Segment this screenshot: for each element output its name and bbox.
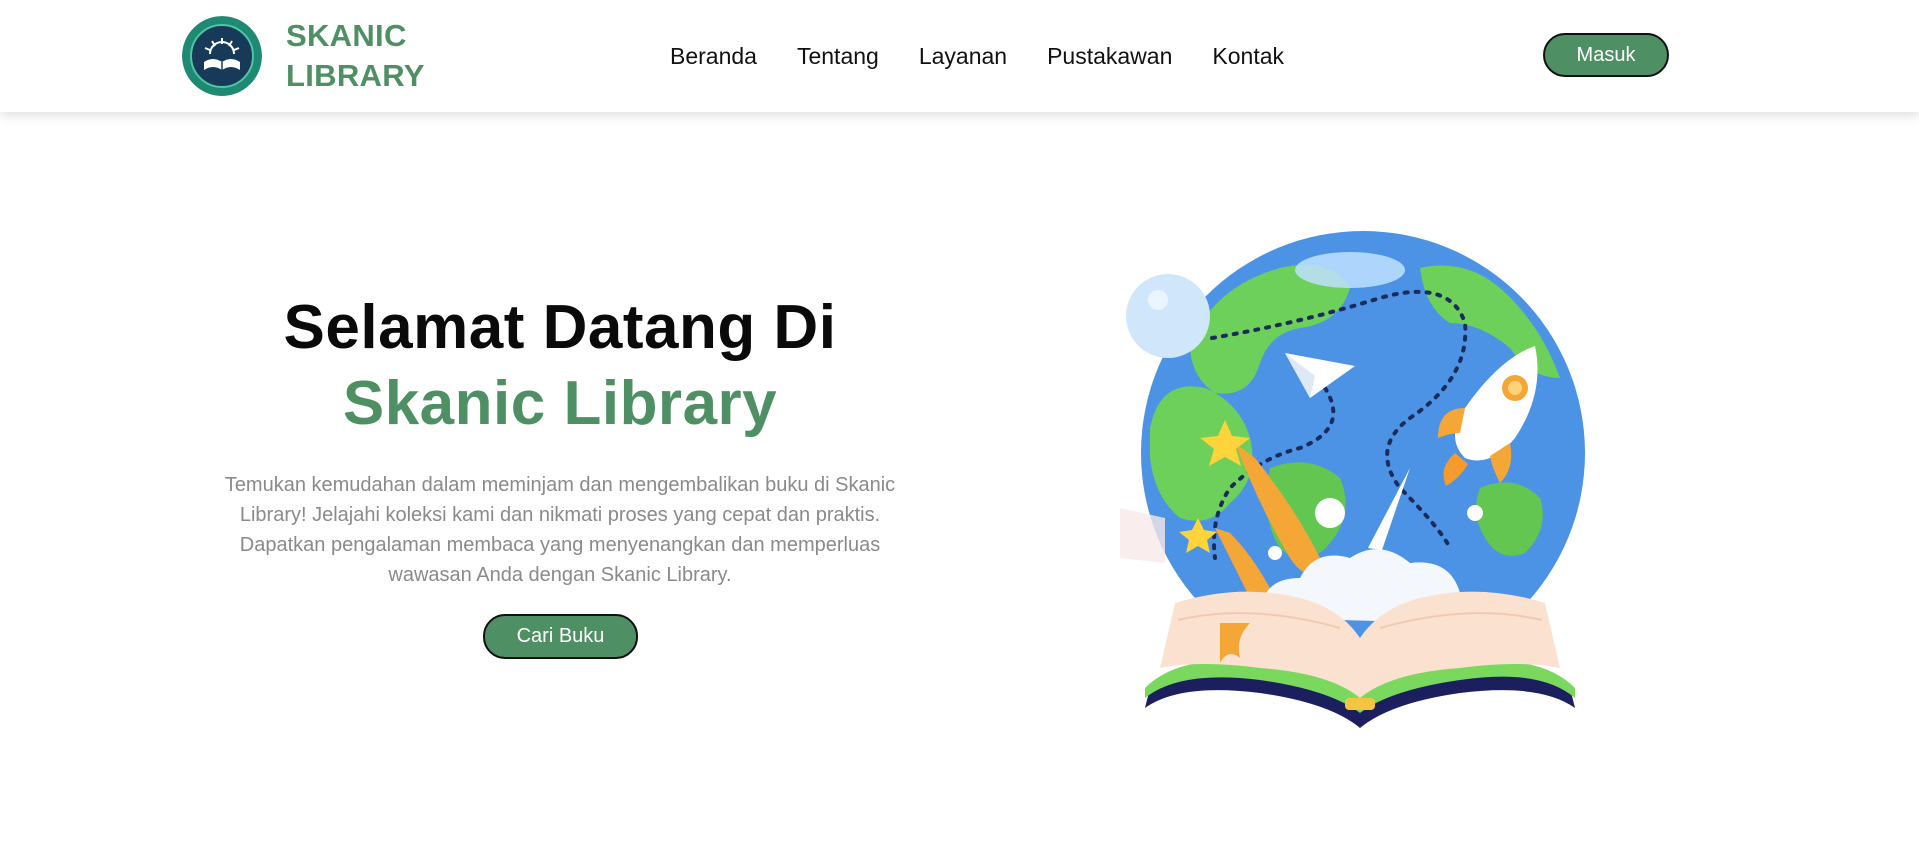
brand[interactable]: SKANIC LIBRARY xyxy=(182,15,425,97)
hero-text: Selamat Datang Di Skanic Library Temukan… xyxy=(200,290,920,590)
hero-description: Temukan kemudahan dalam meminjam dan men… xyxy=(224,474,896,586)
nav-pustakawan[interactable]: Pustakawan xyxy=(1047,38,1172,74)
globe-book-illustration xyxy=(1120,231,1585,728)
navbar: SKANIC LIBRARY Beranda Tentang Layanan P… xyxy=(0,0,1919,112)
brand-name-line1: SKANIC xyxy=(286,18,407,53)
hero-title: Selamat Datang Di xyxy=(283,293,837,362)
brand-name-line2: LIBRARY xyxy=(286,58,425,93)
nav-beranda[interactable]: Beranda xyxy=(670,38,757,74)
hero-title-accent: Skanic Library xyxy=(342,369,778,438)
nav-tentang[interactable]: Tentang xyxy=(797,38,879,74)
library-logo-icon xyxy=(182,16,262,96)
login-button[interactable]: Masuk xyxy=(1543,33,1669,77)
nav-layanan[interactable]: Layanan xyxy=(919,38,1007,74)
main-nav: Beranda Tentang Layanan Pustakawan Konta… xyxy=(670,38,1324,74)
nav-kontak[interactable]: Kontak xyxy=(1212,38,1284,74)
search-books-button[interactable]: Cari Buku xyxy=(483,614,638,659)
brand-name: SKANIC LIBRARY xyxy=(286,16,425,96)
